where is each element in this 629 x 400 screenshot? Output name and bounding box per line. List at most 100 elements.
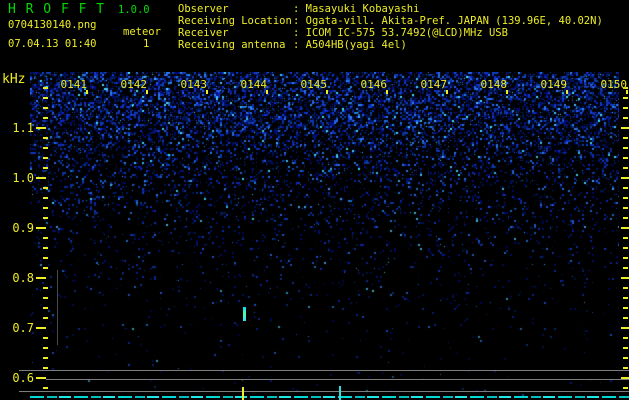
minor-tick-right [623, 207, 628, 209]
meteor-detection-marker [242, 387, 244, 400]
minor-tick-left [43, 197, 48, 199]
minor-tick-left [43, 97, 48, 99]
minor-tick-left [43, 147, 48, 149]
time-tick-mark [506, 90, 508, 94]
minor-tick-right [623, 97, 628, 99]
minor-tick-right [623, 167, 628, 169]
level-gridline-lower [19, 391, 629, 392]
minor-tick-right [623, 287, 628, 289]
minor-tick-left [43, 117, 48, 119]
app-version: 1.0.0 [118, 4, 150, 16]
station-row: Receiving Location: Ogata-vill. Akita-Pr… [178, 15, 603, 27]
level-trace-spike [57, 270, 58, 345]
major-tick-left [36, 177, 46, 179]
time-tick-label: 0150 [600, 78, 628, 91]
minor-tick-left [43, 137, 48, 139]
minor-tick-right [623, 297, 628, 299]
major-tick-right [621, 177, 629, 179]
meteor-count: 1 [143, 38, 150, 50]
frequency-tick-label: 1.0 [12, 171, 34, 185]
time-tick-mark [566, 90, 568, 94]
capture-timestamp: 07.04.13 01:40 [8, 38, 97, 50]
station-row: Receiving antenna: A504HB(yagi 4el) [178, 39, 407, 51]
time-tick-label: 0144 [240, 78, 268, 91]
station-row-value: ICOM IC-575 53.7492(@LCD)MHz USB [305, 27, 508, 39]
frequency-tick-label: 0.8 [12, 271, 34, 285]
minor-tick-right [623, 337, 628, 339]
time-tick-label: 0145 [300, 78, 328, 91]
minor-tick-right [623, 197, 628, 199]
minor-tick-right [623, 137, 628, 139]
major-tick-right [621, 277, 629, 279]
cyan-time-marker [339, 386, 341, 400]
frequency-axis-unit: kHz [2, 72, 26, 87]
time-tick-mark [446, 90, 448, 94]
minor-tick-right [623, 307, 628, 309]
level-gridline-middle [46, 379, 629, 380]
minor-tick-right [623, 347, 628, 349]
minor-tick-right [623, 157, 628, 159]
time-tick-mark [626, 90, 628, 94]
minor-tick-left [43, 347, 48, 349]
minor-tick-left [43, 217, 48, 219]
major-tick-right [621, 327, 629, 329]
minor-tick-left [43, 387, 48, 389]
minor-tick-left [43, 207, 48, 209]
major-tick-left [36, 277, 46, 279]
minor-tick-left [43, 267, 48, 269]
station-row-separator: : [293, 3, 306, 15]
station-row-label: Receiver [178, 27, 229, 39]
major-tick-left [36, 377, 46, 379]
minor-tick-right [623, 317, 628, 319]
minor-tick-left [43, 167, 48, 169]
time-tick-label: 0142 [120, 78, 148, 91]
minor-tick-right [623, 267, 628, 269]
time-tick-label: 0149 [540, 78, 568, 91]
minor-tick-right [623, 147, 628, 149]
station-row-separator: : [293, 15, 306, 27]
station-row: Receiver: ICOM IC-575 53.7492(@LCD)MHz U… [178, 27, 508, 39]
minor-tick-right [623, 217, 628, 219]
minor-tick-left [43, 257, 48, 259]
minor-tick-left [43, 307, 48, 309]
station-row-value: Ogata-vill. Akita-Pref. JAPAN (139.96E, … [305, 15, 603, 27]
station-row-label: Receiving Location [178, 15, 292, 27]
minor-tick-left [43, 107, 48, 109]
station-row-value: A504HB(yagi 4el) [305, 39, 407, 51]
major-tick-left [36, 127, 46, 129]
minor-tick-left [43, 157, 48, 159]
minor-tick-right [623, 187, 628, 189]
minor-tick-right [623, 107, 628, 109]
minor-tick-left [43, 287, 48, 289]
station-row: Observer: Masayuki Kobayashi [178, 3, 419, 15]
minor-tick-right [623, 357, 628, 359]
station-row-label: Observer [178, 3, 229, 15]
app-title: H R O F F T [8, 2, 106, 17]
time-tick-label: 0147 [420, 78, 448, 91]
time-tick-mark [266, 90, 268, 94]
hrofft-output: H R O F F T 1.0.0 0704130140.png meteor … [0, 0, 629, 400]
minor-tick-right [623, 117, 628, 119]
minor-tick-right [623, 367, 628, 369]
noise-level-baseline [30, 396, 629, 398]
time-tick-label: 0146 [360, 78, 388, 91]
minor-tick-left [43, 237, 48, 239]
minor-tick-left [43, 187, 48, 189]
time-tick-label: 0143 [180, 78, 208, 91]
level-gridline-upper [19, 370, 629, 371]
time-tick-mark [206, 90, 208, 94]
minor-tick-left [43, 87, 48, 89]
frequency-tick-label: 0.6 [12, 371, 34, 385]
minor-tick-right [623, 237, 628, 239]
capture-filename: 0704130140.png [8, 19, 97, 31]
minor-tick-right [623, 387, 628, 389]
station-row-separator: : [293, 27, 306, 39]
frequency-tick-label: 0.9 [12, 221, 34, 235]
minor-tick-right [623, 257, 628, 259]
minor-tick-left [43, 357, 48, 359]
minor-tick-left [43, 367, 48, 369]
minor-tick-left [43, 337, 48, 339]
station-row-label: Receiving antenna [178, 39, 286, 51]
time-tick-label: 0141 [60, 78, 88, 91]
time-tick-label: 0148 [480, 78, 508, 91]
